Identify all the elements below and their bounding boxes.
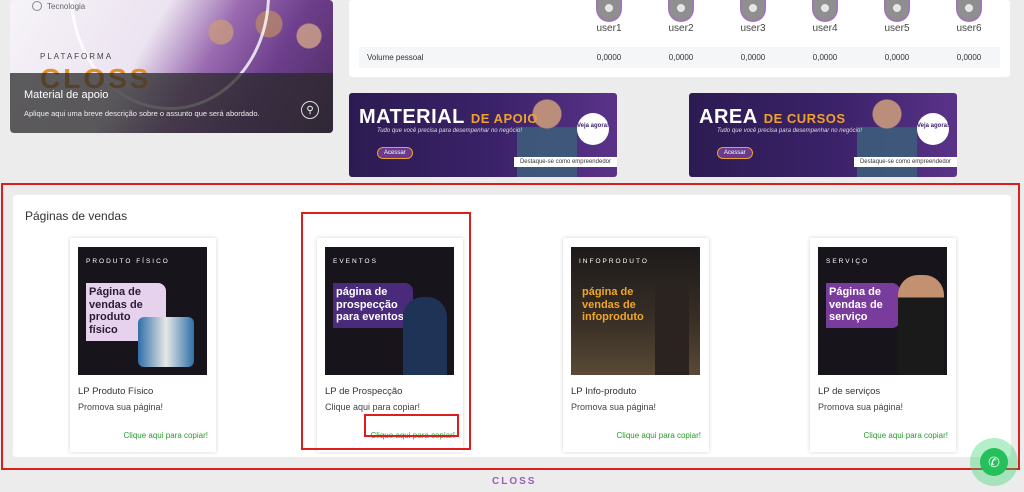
card-image: PRODUTO FÍSICO Página de vendas de produ… [78, 247, 207, 375]
volume-value: 0,0000 [884, 53, 910, 62]
veja-agora-badge: Veja agora! [577, 113, 609, 145]
user-avatar-icon [812, 0, 838, 22]
material-apoio-banner[interactable]: Tecnologia PLATAFORMA CLOSS Material de … [10, 0, 333, 133]
card-category: INFOPRODUTO [579, 258, 649, 265]
volume-value: 0,0000 [740, 53, 766, 62]
category-tag: Tecnologia [32, 1, 85, 11]
copy-link[interactable]: Clique aqui para copiar! [617, 431, 702, 440]
acessar-button[interactable]: Acessar [377, 147, 413, 159]
user-avatar-icon [596, 0, 622, 22]
material-de-apoio-promo[interactable]: MATERIAL DE APOIO Tudo que você precisa … [349, 93, 617, 177]
volume-value: 0,0000 [956, 53, 982, 62]
card-category: SERVIÇO [826, 258, 870, 265]
card-subtitle: Promova sua página! [571, 402, 657, 412]
promo-title: AREA DE CURSOS [699, 106, 846, 128]
user-column[interactable]: user4 [795, 0, 855, 34]
whatsapp-icon[interactable]: ✆ [980, 448, 1008, 476]
card-image-title: Página de vendas de serviço [826, 283, 900, 328]
user-name: user1 [596, 23, 622, 34]
tag-icon [32, 1, 42, 11]
sales-page-card[interactable]: INFOPRODUTO página de vendas de infoprod… [563, 238, 709, 452]
promo-title-suffix: DE CURSOS [763, 111, 846, 126]
highlight-box-copy-link [364, 414, 459, 437]
user-avatar-icon [740, 0, 766, 22]
acessar-button[interactable]: Acessar [717, 147, 753, 159]
user-avatar-icon [884, 0, 910, 22]
card-image: INFOPRODUTO página de vendas de infoprod… [571, 247, 700, 375]
user-column[interactable]: user5 [867, 0, 927, 34]
user-name: user6 [956, 23, 982, 34]
users-volume-card: user1 user2 user3 user4 user5 user6 Volu… [349, 0, 1010, 77]
promo-title-suffix: DE APOIO [470, 111, 538, 126]
user-name: user4 [812, 23, 838, 34]
user-name: user3 [740, 23, 766, 34]
user-column[interactable]: user2 [651, 0, 711, 34]
promo-subtitle: Tudo que você precisa para desempenhar n… [377, 128, 522, 134]
copy-link[interactable]: Clique aqui para copiar! [864, 431, 949, 440]
product-jars-image [138, 317, 194, 367]
sales-pages-highlight: Páginas de vendas PRODUTO FÍSICO Página … [1, 183, 1020, 470]
volume-value: 0,0000 [596, 53, 622, 62]
card-category: PRODUTO FÍSICO [86, 258, 170, 265]
promo-strip: Destaque-se como empreendedor [853, 157, 957, 167]
user-name: user2 [668, 23, 694, 34]
card-image: SERVIÇO Página de vendas de serviço [818, 247, 947, 375]
veja-agora-badge: Veja agora! [917, 113, 949, 145]
sales-page-card[interactable]: SERVIÇO Página de vendas de serviço LP d… [810, 238, 956, 452]
user-column[interactable]: user1 [579, 0, 639, 34]
card-name: LP Produto Físico [78, 386, 154, 397]
search-icon[interactable]: ⚲ [301, 101, 319, 119]
footer-logo: CLOSS [492, 476, 537, 487]
user-avatar-icon [668, 0, 694, 22]
category-label: Tecnologia [47, 1, 86, 11]
area-de-cursos-promo[interactable]: AREA DE CURSOS Tudo que você precisa par… [689, 93, 957, 177]
sales-pages-section: Páginas de vendas PRODUTO FÍSICO Página … [13, 195, 1011, 457]
platform-label: PLATAFORMA [40, 52, 114, 61]
card-image-title: página de vendas de infoproduto [582, 286, 644, 324]
volume-label: Volume pessoal [367, 53, 424, 62]
section-title: Páginas de vendas [25, 209, 128, 223]
banner-description: Aplique aqui uma breve descrição sobre o… [24, 109, 260, 118]
volume-value: 0,0000 [668, 53, 694, 62]
banner-overlay [10, 73, 333, 133]
user-avatar-icon [956, 0, 982, 22]
athlete-image [655, 277, 689, 375]
promo-title: MATERIAL DE APOIO [359, 106, 538, 128]
card-name: LP de serviços [818, 386, 881, 397]
user-column[interactable]: user6 [939, 0, 999, 34]
promo-subtitle: Tudo que você precisa para desempenhar n… [717, 128, 862, 134]
card-subtitle: Promova sua página! [78, 402, 164, 412]
businessman-image [898, 275, 944, 375]
card-subtitle: Promova sua página! [818, 402, 904, 412]
card-name: LP Info-produto [571, 386, 637, 397]
banner-title: Material de apoio [24, 89, 109, 101]
user-column[interactable]: user3 [723, 0, 783, 34]
volume-row: Volume pessoal 0,0000 0,0000 0,0000 0,00… [359, 47, 1000, 68]
volume-value: 0,0000 [812, 53, 838, 62]
copy-link[interactable]: Clique aqui para copiar! [124, 431, 209, 440]
user-name: user5 [884, 23, 910, 34]
sales-page-card[interactable]: PRODUTO FÍSICO Página de vendas de produ… [70, 238, 216, 452]
promo-strip: Destaque-se como empreendedor [513, 157, 617, 167]
